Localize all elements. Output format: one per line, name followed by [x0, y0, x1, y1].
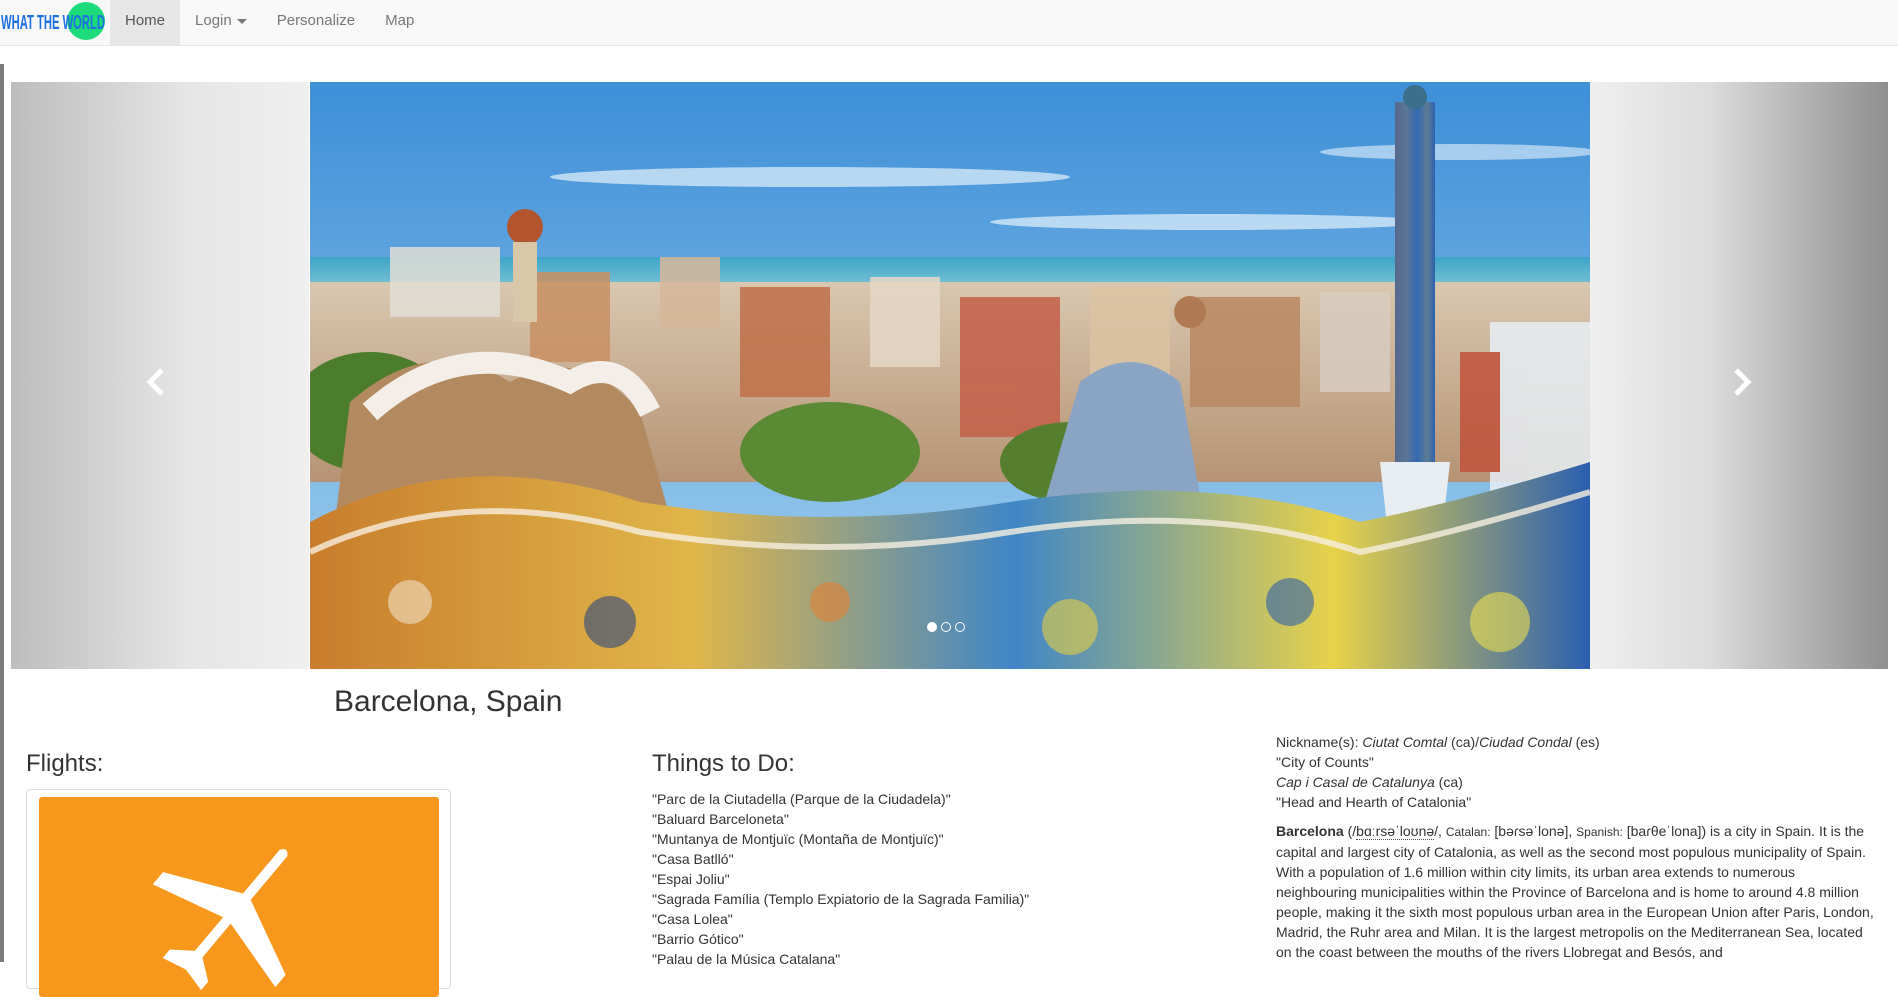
navbar: WHAT THE WORLD Home Login Personalize Ma…: [0, 0, 1898, 46]
things-to-do-heading: Things to Do:: [652, 750, 795, 777]
city-info: Nickname(s): Ciutat Comtal (ca)/Ciudad C…: [1276, 732, 1876, 962]
flights-tile[interactable]: [39, 797, 439, 997]
list-item: "Palau de la Música Catalana": [652, 951, 841, 967]
caret-down-icon: [236, 18, 247, 24]
nav-home[interactable]: Home: [110, 0, 181, 46]
list-item: "Barrio Gótico": [652, 931, 744, 947]
nav-login-label: Login: [195, 12, 232, 29]
carousel-indicator-2[interactable]: [941, 622, 951, 632]
list-item: "Parc de la Ciutadella (Parque de la Ciu…: [652, 791, 951, 807]
nickname-cap: Cap i Casal de Catalunya: [1276, 774, 1435, 790]
image-carousel: [11, 82, 1888, 669]
flights-heading: Flights:: [26, 750, 104, 777]
list-item: "Muntanya de Montjuïc (Montaña de Montju…: [652, 831, 944, 847]
nav-map-label: Map: [385, 12, 415, 29]
nickname-translation-2: "Head and Hearth of Catalonia": [1276, 794, 1472, 810]
carousel-slide-image: [310, 82, 1590, 669]
carousel-next-button[interactable]: [1590, 82, 1888, 669]
main-nav: Home Login Personalize Map: [110, 0, 429, 46]
ipa-open: (/: [1343, 823, 1357, 839]
flights-card[interactable]: [26, 789, 451, 997]
airplane-icon: [152, 849, 288, 991]
svg-text:WHAT THE WORLD: WHAT THE WORLD: [1, 12, 105, 34]
nickname-es-lang: (es): [1571, 734, 1600, 750]
list-item: "Espai Joliu": [652, 871, 730, 887]
nickname-cap-lang: (ca): [1434, 774, 1463, 790]
nickname-label: Nickname(s):: [1276, 734, 1359, 750]
spanish-ipa: [baɾθeˈlona]: [1622, 823, 1702, 839]
list-item: "Casa Batlló": [652, 851, 734, 867]
nav-personalize-label: Personalize: [276, 12, 356, 29]
catalan-ipa: [bəɾsəˈlonə],: [1490, 823, 1577, 839]
list-item: "Baluard Barceloneta": [652, 811, 789, 827]
catalan-label: Catalan:: [1445, 825, 1491, 839]
left-divider: [0, 64, 4, 962]
carousel-prev-button[interactable]: [11, 82, 309, 669]
city-description: Barcelona (/bɑːrsəˈloʊnə/, Catalan: [bəɾ…: [1276, 821, 1876, 962]
chevron-right-icon: [1734, 368, 1752, 396]
nav-home-label: Home: [125, 12, 166, 29]
nav-map[interactable]: Map: [370, 0, 429, 46]
nav-personalize[interactable]: Personalize: [262, 0, 370, 46]
nickname-translation: "City of Counts": [1276, 754, 1374, 770]
nickname-ca: Ciutat Comtal: [1362, 734, 1448, 750]
carousel-indicators: [927, 622, 965, 632]
nickname-es: Ciudad Condal: [1479, 734, 1572, 750]
city-title: Barcelona, Spain: [334, 685, 563, 718]
nickname-ca-lang: (ca)/: [1447, 734, 1480, 750]
list-item: "Sagrada Família (Templo Expiatorio de l…: [652, 891, 1030, 907]
brand-logo[interactable]: WHAT THE WORLD: [0, 0, 110, 46]
ipa-close: /,: [1434, 823, 1446, 839]
spanish-label: Spanish:: [1576, 825, 1623, 839]
carousel-indicator-1[interactable]: [927, 622, 937, 632]
list-item: "Casa Lolea": [652, 911, 733, 927]
things-to-do-list: "Parc de la Ciutadella (Parque de la Ciu…: [652, 789, 1029, 969]
nickname-line: Nickname(s): Ciutat Comtal (ca)/Ciudad C…: [1276, 732, 1876, 752]
nav-login-dropdown[interactable]: Login: [180, 0, 262, 46]
carousel-indicator-3[interactable]: [955, 622, 965, 632]
ipa-english[interactable]: bɑːrsəˈloʊnə: [1356, 823, 1435, 840]
city-name: Barcelona: [1276, 823, 1344, 839]
description-text: ) is a city in Spain. It is the capital …: [1276, 823, 1874, 960]
nickname-line-2: Cap i Casal de Catalunya (ca): [1276, 772, 1876, 792]
chevron-left-icon: [146, 368, 164, 396]
